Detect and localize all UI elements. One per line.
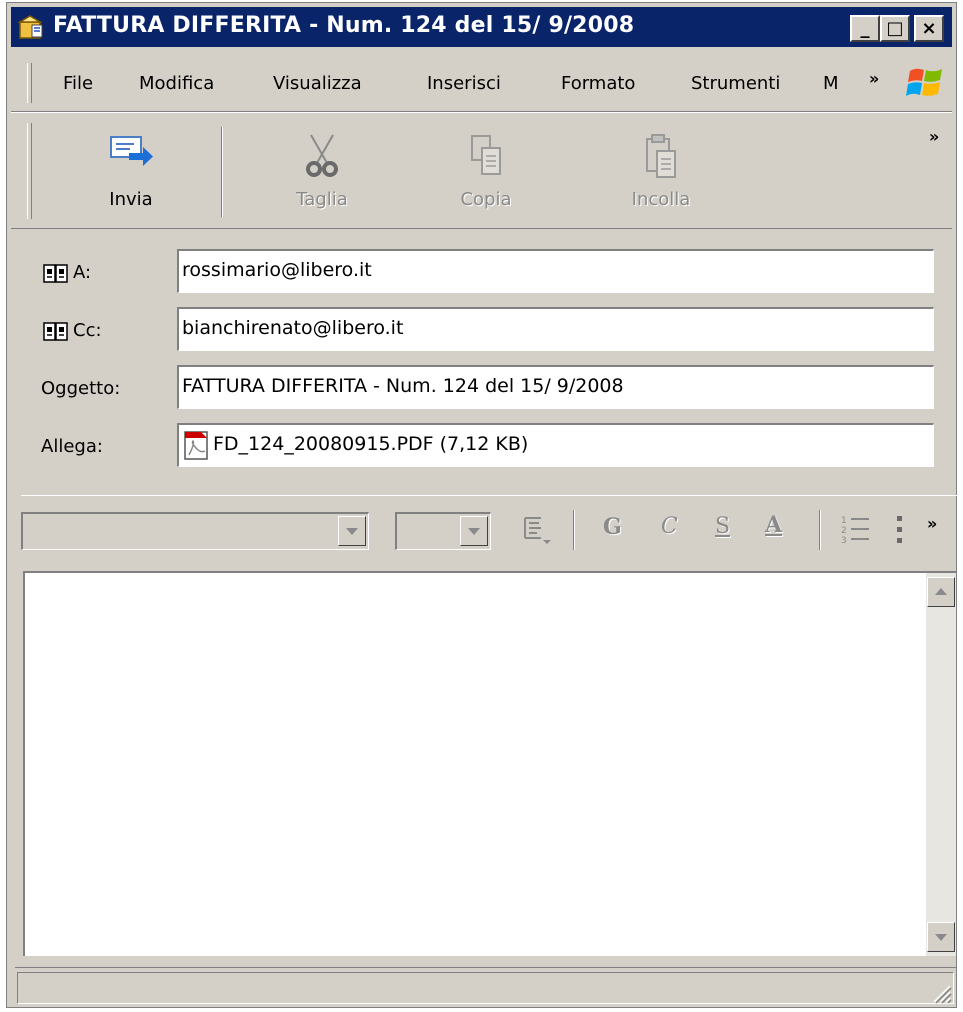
compose-mail-icon (17, 15, 43, 39)
subject-field[interactable]: FATTURA DIFFERITA - Num. 124 del 15/ 9/2… (177, 365, 934, 409)
menu-strumenti[interactable]: Strumenti (691, 73, 780, 94)
maximize-button[interactable]: □ (880, 15, 910, 42)
numbered-list-icon[interactable]: 1 2 3 (839, 512, 879, 548)
message-body[interactable] (23, 571, 956, 956)
copy-label: Copia (460, 189, 512, 210)
cut-button[interactable]: Taglia (267, 113, 377, 228)
maximize-icon: □ (886, 18, 904, 39)
pdf-file-icon (184, 431, 208, 460)
resize-grip-icon[interactable] (930, 982, 952, 1004)
svg-text:3: 3 (841, 536, 847, 546)
size-dropdown-button[interactable] (460, 516, 488, 546)
font-color-button[interactable]: A (765, 512, 782, 538)
status-bar (15, 967, 956, 1006)
paste-icon (646, 134, 676, 178)
format-overflow-chevron-icon[interactable]: » (927, 514, 937, 533)
minimize-button[interactable]: _ (850, 15, 880, 42)
toolbar-grip[interactable] (27, 123, 32, 219)
size-combo[interactable] (395, 512, 491, 550)
bullet-list-icon[interactable] (893, 512, 907, 548)
font-combo[interactable] (21, 512, 369, 550)
menu-truncated[interactable]: M (823, 73, 841, 94)
copy-icon (471, 135, 501, 175)
attachment-name[interactable]: FD_124_20080915.PDF (7,12 KB) (213, 433, 528, 455)
send-button[interactable]: Invia (51, 113, 211, 228)
attach-field[interactable]: FD_124_20080915.PDF (7,12 KB) (177, 423, 934, 467)
vertical-scrollbar[interactable] (926, 573, 956, 956)
menu-visualizza[interactable]: Visualizza (273, 73, 362, 94)
chevron-down-icon (346, 528, 358, 535)
send-icon (110, 136, 153, 166)
close-button[interactable]: × (914, 15, 944, 42)
svg-text:1: 1 (841, 516, 847, 526)
send-label: Invia (109, 189, 153, 210)
paste-label: Incolla (631, 189, 691, 210)
paragraph-style-icon[interactable] (519, 512, 553, 546)
toolbar-overflow-chevron-icon[interactable]: » (929, 127, 939, 146)
copy-button[interactable]: Copia (431, 113, 541, 228)
windows-logo-icon (906, 68, 942, 96)
standard-toolbar: Invia Taglia Copia Incolla » (11, 113, 952, 229)
menu-formato[interactable]: Formato (561, 73, 635, 94)
format-separator-2 (819, 510, 821, 550)
attach-label: Allega: (41, 436, 103, 457)
scroll-up-button[interactable] (927, 577, 955, 607)
menu-overflow-chevron-icon[interactable]: » (869, 69, 879, 88)
formatting-toolbar: G C S A 1 2 3 » (21, 495, 957, 568)
cut-label: Taglia (296, 189, 348, 210)
scroll-up-arrow-icon (935, 588, 947, 595)
subject-label: Oggetto: (41, 378, 121, 399)
format-separator (573, 510, 575, 550)
menu-modifica[interactable]: Modifica (139, 73, 214, 94)
menubar-grip[interactable] (27, 63, 32, 103)
bold-button[interactable]: G (603, 514, 622, 540)
scroll-down-arrow-icon (935, 934, 947, 941)
close-icon: × (921, 18, 937, 39)
underline-button[interactable]: S (715, 514, 730, 539)
to-label: A: (73, 262, 92, 283)
menu-bar: File Modifica Visualizza Inserisci Forma… (11, 55, 952, 112)
window-title: FATTURA DIFFERITA - Num. 124 del 15/ 9/2… (53, 13, 635, 38)
font-dropdown-button[interactable] (338, 516, 366, 546)
scissors-icon (306, 134, 338, 177)
title-bar[interactable]: FATTURA DIFFERITA - Num. 124 del 15/ 9/2… (11, 7, 952, 47)
address-book-icon-to[interactable] (43, 263, 69, 285)
address-book-icon-cc[interactable] (43, 321, 69, 343)
cc-label: Cc: (73, 320, 102, 341)
minimize-icon: _ (860, 18, 870, 39)
status-pane (17, 972, 954, 1004)
to-field[interactable]: rossimario@libero.it (177, 249, 934, 293)
menu-inserisci[interactable]: Inserisci (427, 73, 501, 94)
chevron-down-icon (468, 528, 480, 535)
italic-button[interactable]: C (661, 514, 678, 539)
svg-text:2: 2 (841, 526, 847, 536)
scroll-down-button[interactable] (927, 922, 955, 952)
cc-field[interactable]: bianchirenato@libero.it (177, 307, 934, 351)
paste-button[interactable]: Incolla (601, 113, 721, 228)
compose-window: FATTURA DIFFERITA - Num. 124 del 15/ 9/2… (6, 2, 957, 1008)
toolbar-separator (221, 127, 223, 217)
menu-file[interactable]: File (63, 73, 93, 94)
